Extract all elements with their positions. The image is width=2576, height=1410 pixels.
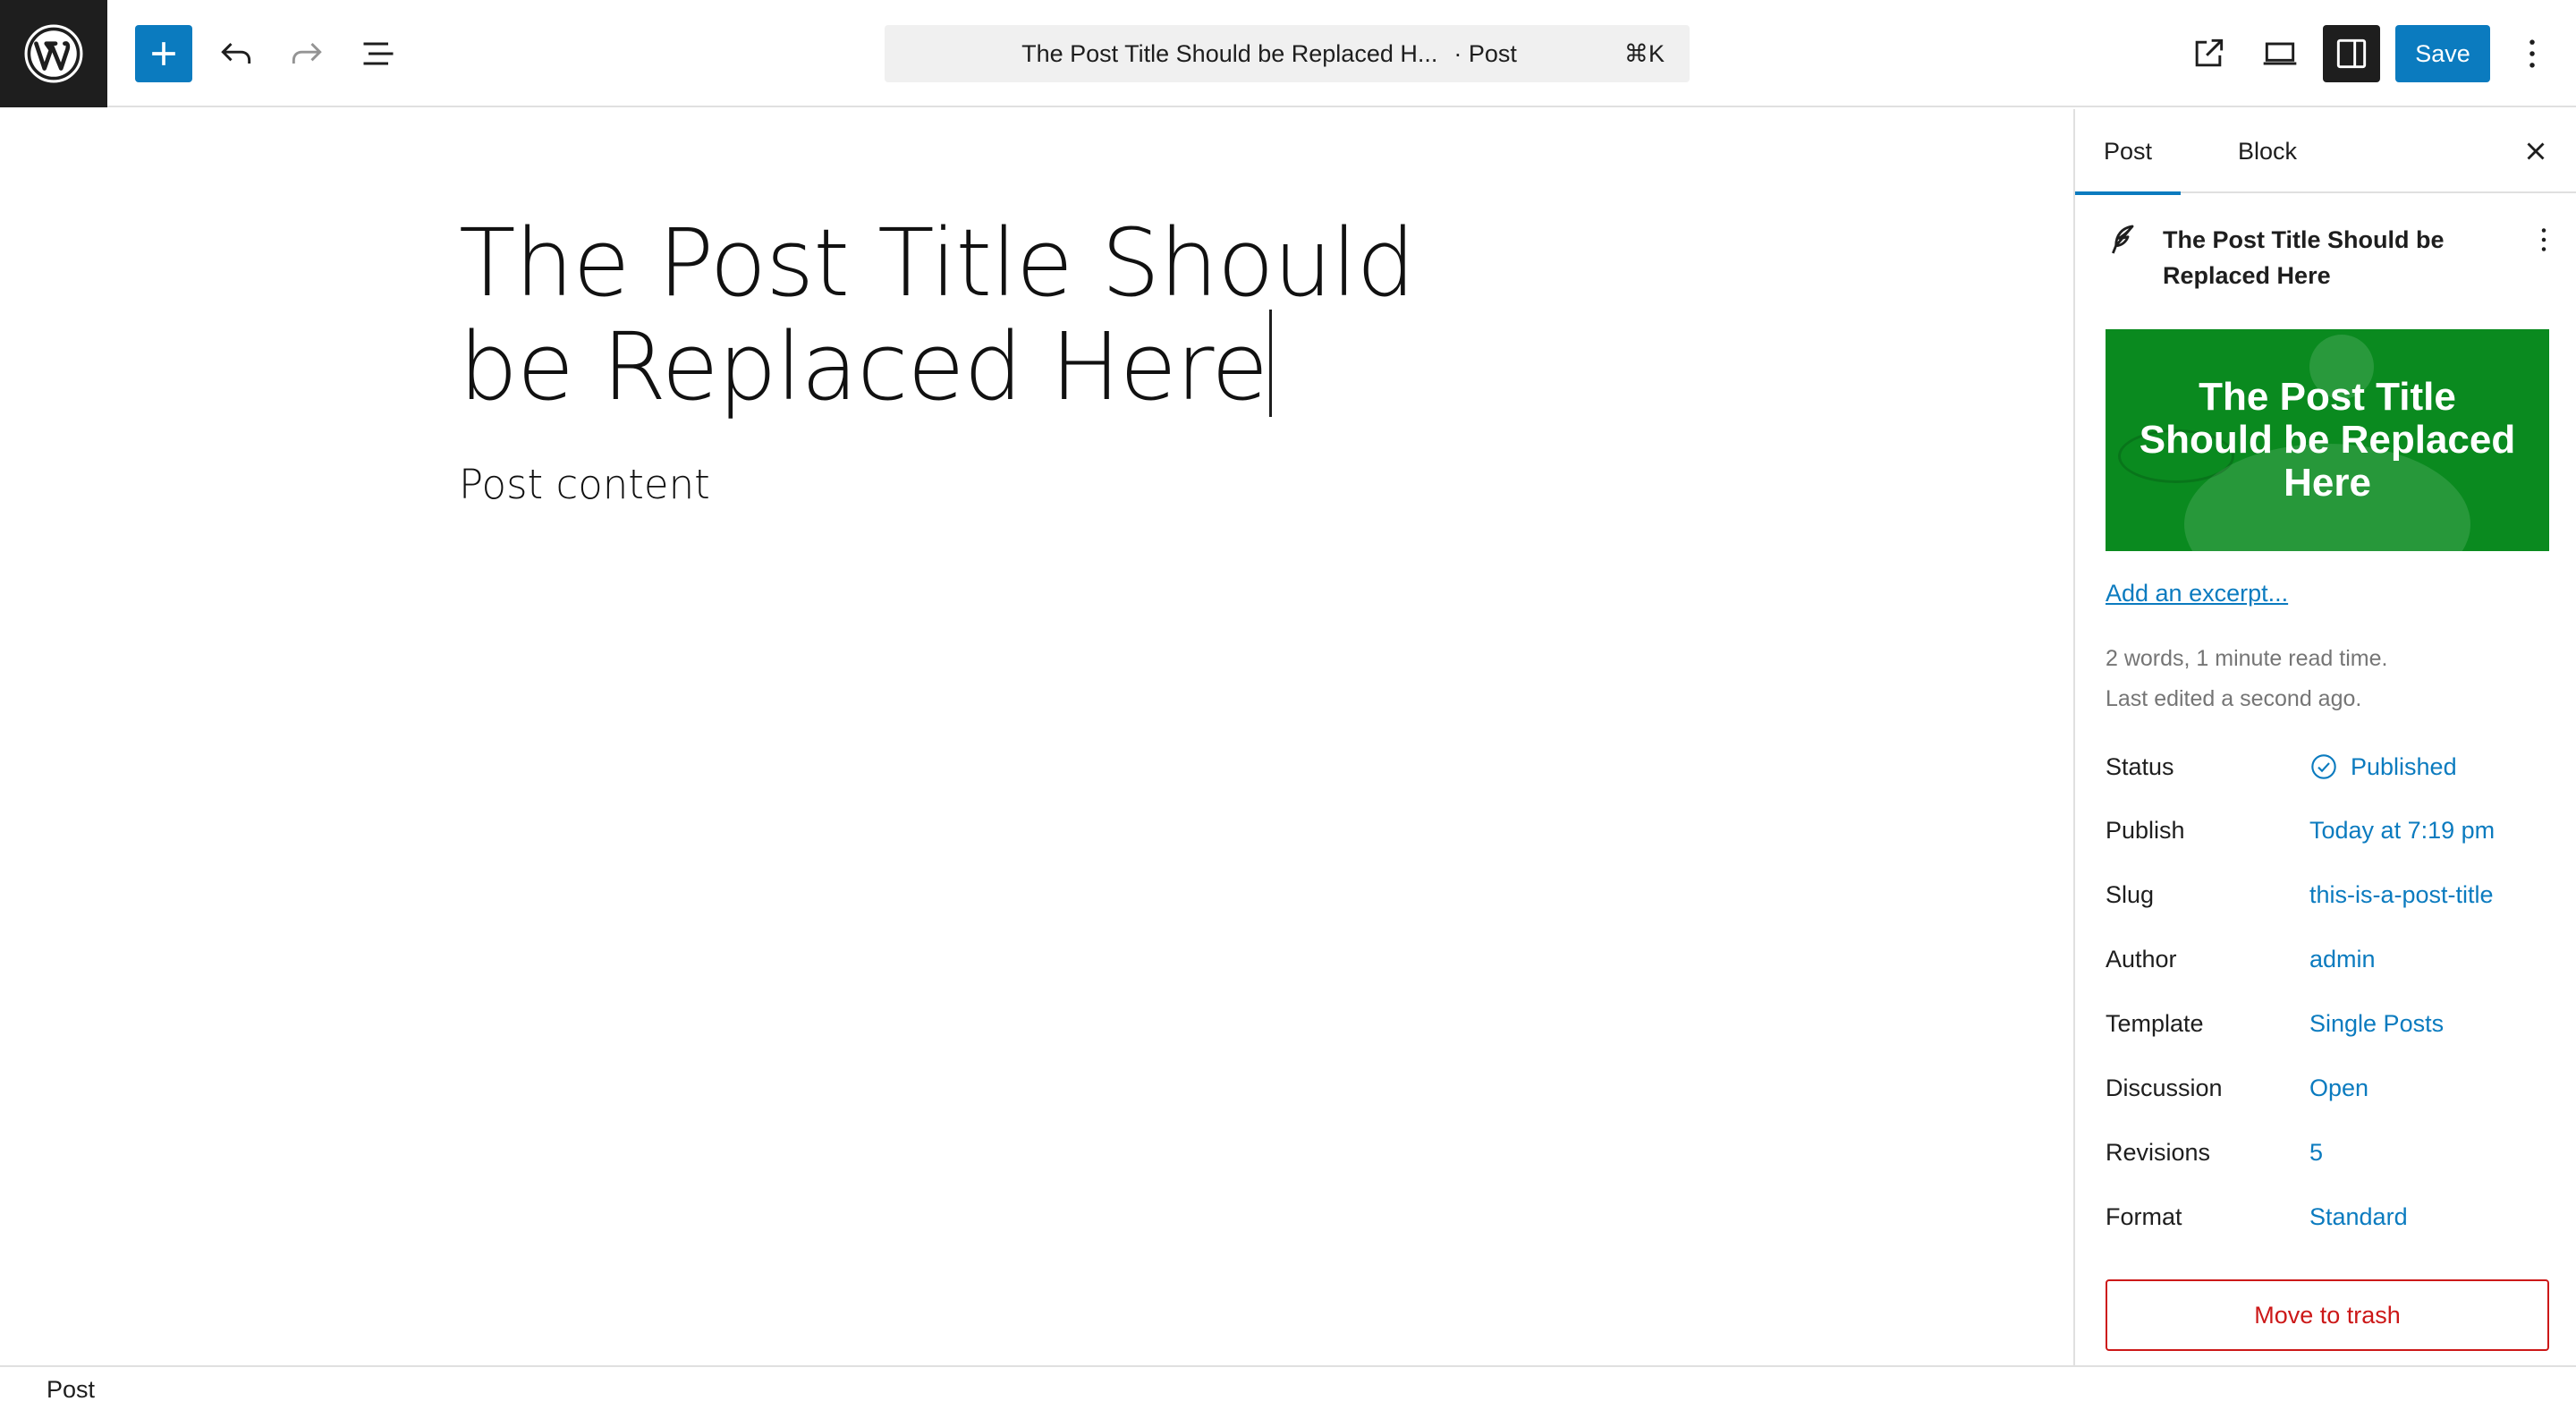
document-title: The Post Title Should be Replaced H... [1021, 39, 1438, 67]
status-value[interactable]: Published [2309, 747, 2457, 786]
sidebar-toggle-icon [2336, 38, 2367, 69]
post-content-block[interactable]: Post content [459, 461, 710, 508]
tab-block[interactable]: Block [2209, 109, 2326, 193]
document-type: · Post [1453, 39, 1517, 67]
status-row: Status Published [2106, 747, 2553, 786]
last-edited-text: Last edited a second ago. [2106, 686, 2362, 711]
slug-value[interactable]: this-is-a-post-title [2309, 875, 2494, 914]
undo-icon [221, 42, 251, 64]
status-label: Status [2106, 753, 2174, 780]
block-breadcrumb[interactable]: Post [47, 1367, 95, 1410]
post-card-title: The Post Title Should be Replaced Here [2163, 226, 2445, 289]
author-row: Author admin [2106, 939, 2553, 979]
view-post-button[interactable] [2180, 25, 2237, 82]
slug-row: Slug this-is-a-post-title [2106, 875, 2553, 914]
editor-footer: Post [0, 1365, 2576, 1410]
wordpress-logo-icon[interactable] [0, 0, 107, 107]
feather-icon [2112, 225, 2134, 254]
close-sidebar-button[interactable] [2513, 129, 2558, 174]
document-overview-button[interactable] [350, 25, 407, 82]
redo-button[interactable] [278, 25, 335, 82]
close-icon [2527, 142, 2545, 160]
post-actions-button[interactable] [2526, 220, 2562, 259]
plus-icon [152, 42, 175, 65]
slug-label: Slug [2106, 881, 2155, 908]
author-value[interactable]: admin [2309, 939, 2376, 979]
discussion-value[interactable]: Open [2309, 1068, 2368, 1108]
block-inserter-button[interactable] [135, 25, 192, 82]
format-label: Format [2106, 1203, 2182, 1230]
publish-label: Publish [2106, 817, 2185, 844]
discussion-row: Discussion Open [2106, 1068, 2553, 1108]
more-vertical-icon [2541, 228, 2546, 251]
post-title-field[interactable]: The Post Title Should be Replaced Here [459, 217, 1532, 417]
featured-image-text: The Post Title Should be Replaced Here [2139, 375, 2516, 505]
undo-button[interactable] [208, 25, 265, 82]
device-preview-button[interactable] [2251, 25, 2309, 82]
add-excerpt-link[interactable]: Add an excerpt... [2106, 580, 2288, 607]
editor-canvas: The Post Title Should be Replaced Here P… [0, 109, 2073, 1365]
template-label: Template [2106, 1010, 2204, 1037]
wordpress-w-icon [24, 24, 83, 83]
template-row: Template Single Posts [2106, 1004, 2553, 1043]
template-value[interactable]: Single Posts [2309, 1004, 2444, 1043]
revisions-row: Revisions 5 [2106, 1133, 2553, 1172]
settings-sidebar: Post Block The Post Title Should be Repl… [2073, 109, 2576, 1365]
list-view-icon [363, 42, 394, 65]
options-menu-button[interactable] [2504, 25, 2561, 82]
check-circle-icon [2311, 754, 2336, 779]
command-shortcut: ⌘K [1623, 40, 1665, 67]
publish-row: Publish Today at 7:19 pm [2106, 811, 2553, 850]
revisions-value[interactable]: 5 [2309, 1133, 2323, 1172]
editor-header: The Post Title Should be Replaced H... ·… [0, 0, 2576, 107]
settings-sidebar-toggle[interactable] [2323, 25, 2380, 82]
sidebar-tabs: Post Block [2075, 109, 2576, 195]
word-count-text: 2 words, 1 minute read time. [2106, 646, 2388, 671]
status-text: Published [2351, 753, 2457, 780]
tab-post[interactable]: Post [2075, 109, 2182, 195]
revisions-label: Revisions [2106, 1139, 2211, 1166]
more-vertical-icon [2529, 39, 2535, 68]
save-button[interactable]: Save [2395, 25, 2490, 82]
publish-value[interactable]: Today at 7:19 pm [2309, 811, 2495, 850]
desktop-preview-icon [2263, 42, 2297, 65]
redo-icon [292, 42, 322, 64]
command-palette-bar[interactable]: The Post Title Should be Replaced H... ·… [885, 25, 1690, 82]
featured-image[interactable]: The Post Title Should be Replaced Here [2106, 329, 2549, 551]
author-label: Author [2106, 946, 2177, 973]
text-caret [1269, 310, 1273, 417]
external-link-icon [2195, 38, 2224, 67]
discussion-label: Discussion [2106, 1074, 2223, 1101]
format-row: Format Standard [2106, 1197, 2553, 1236]
format-value[interactable]: Standard [2309, 1197, 2408, 1236]
move-to-trash-button[interactable]: Move to trash [2106, 1279, 2549, 1351]
